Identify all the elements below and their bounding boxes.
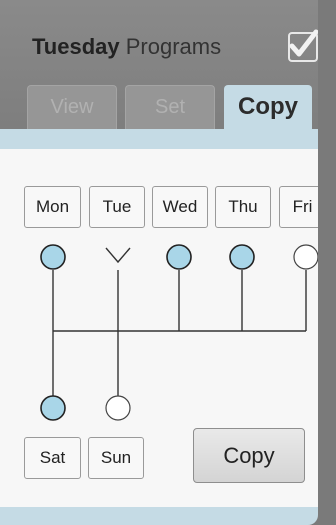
bottom-strip (0, 507, 318, 525)
copy-button[interactable]: Copy (193, 428, 305, 483)
day-button-sat[interactable]: Sat (24, 437, 81, 479)
sat-selector[interactable] (40, 395, 66, 421)
fri-selector[interactable] (293, 244, 318, 270)
copy-programs-panel: Tuesday Programs View Set Copy Mon Tue W… (0, 0, 318, 525)
day-button-fri[interactable]: Fri (279, 186, 318, 228)
day-button-thu[interactable]: Thu (215, 186, 271, 228)
day-button-sun[interactable]: Sun (88, 437, 144, 479)
sun-selector[interactable] (105, 395, 131, 421)
day-button-mon[interactable]: Mon (24, 186, 81, 228)
day-button-tue[interactable]: Tue (89, 186, 145, 228)
thu-selector[interactable] (229, 244, 255, 270)
wed-selector[interactable] (166, 244, 192, 270)
day-button-wed[interactable]: Wed (152, 186, 208, 228)
source-marker-icon (105, 247, 131, 264)
mon-selector[interactable] (40, 244, 66, 270)
